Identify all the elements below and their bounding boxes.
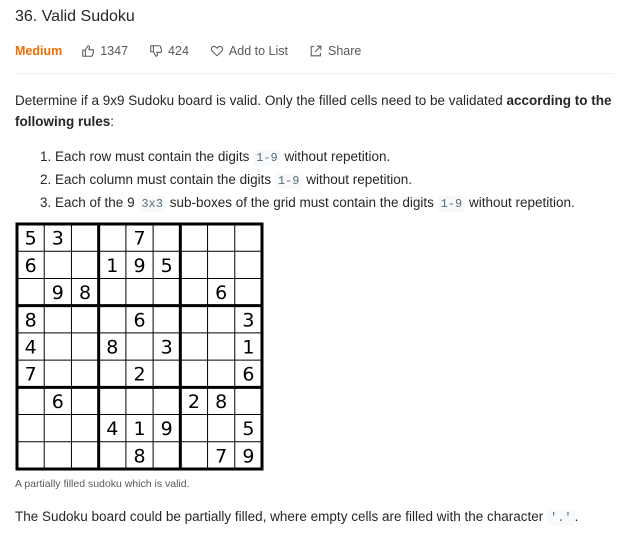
problem-meta-bar: Medium 1347 424 Add to List Share <box>15 42 382 60</box>
sudoku-cell-digit: 3 <box>242 309 254 331</box>
sudoku-cell-digit: 7 <box>25 364 37 386</box>
add-to-list-label: Add to List <box>228 44 288 58</box>
sudoku-cell-digit: 9 <box>242 445 254 467</box>
like-button[interactable]: 1347 <box>81 44 128 58</box>
rule-text: Each column must contain the digits <box>55 172 275 187</box>
add-to-list-button[interactable]: Add to List <box>210 44 288 58</box>
board-caption: A partially filled sudoku which is valid… <box>15 478 190 490</box>
sudoku-cell-digit: 5 <box>242 418 254 440</box>
sudoku-cell-digit: 5 <box>25 228 37 250</box>
sudoku-cell-digit: 3 <box>52 228 64 250</box>
sudoku-cell-digit: 7 <box>215 445 227 467</box>
footer-code: '.' <box>547 510 575 526</box>
sudoku-cell-digit: 4 <box>106 418 118 440</box>
rule-item: 2. Each column must contain the digits 1… <box>40 169 575 192</box>
sudoku-cell-digit: 1 <box>242 337 254 359</box>
rule-item: 3. Each of the 9 3x3 sub-boxes of the gr… <box>40 192 575 215</box>
rule-number: 3. <box>40 195 56 210</box>
thumbs-up-icon <box>82 45 95 57</box>
rule-text: without repetition. <box>302 172 413 187</box>
sudoku-cell-digit: 9 <box>161 418 173 440</box>
rule-text: without repetition. <box>280 149 391 164</box>
like-count: 1347 <box>100 44 129 58</box>
sudoku-cell-digit: 6 <box>25 255 37 277</box>
sudoku-cell-digit: 8 <box>215 391 227 413</box>
share-label: Share <box>327 44 362 58</box>
rule-code: 1-9 <box>437 196 466 212</box>
sudoku-cell-digit: 9 <box>52 282 64 304</box>
share-icon <box>310 45 322 57</box>
sudoku-cell-digit: 6 <box>215 282 227 304</box>
difficulty-badge: Medium <box>15 44 63 58</box>
dislike-button[interactable]: 424 <box>149 44 189 58</box>
rule-item: 1. Each row must contain the digits 1-9 … <box>40 146 575 169</box>
rule-code: 1-9 <box>274 173 303 189</box>
sudoku-cell-digit: 8 <box>79 282 91 304</box>
sudoku-cell-digit: 6 <box>133 309 145 331</box>
sudoku-cell-digit: 4 <box>25 337 37 359</box>
sudoku-board: 537619598686348317266284195879 <box>15 222 264 471</box>
sudoku-cell-digit: 6 <box>52 391 64 413</box>
problem-description: Determine if a 9x9 Sudoku board is valid… <box>15 90 613 132</box>
rule-code: 3x3 <box>138 196 166 212</box>
problem-title: 36. Valid Sudoku <box>15 8 135 25</box>
footer-end: . <box>574 509 579 524</box>
dislike-count: 424 <box>168 44 189 58</box>
thumbs-down-icon <box>150 45 163 57</box>
sudoku-cell-digit: 8 <box>106 337 118 359</box>
rule-text: without repetition. <box>465 195 575 210</box>
rule-number: 2. <box>40 172 56 187</box>
sudoku-cell-digit: 6 <box>242 364 254 386</box>
sudoku-cell-digit: 7 <box>133 228 145 250</box>
rule-code: 1-9 <box>253 150 281 166</box>
rule-number: 1. <box>40 149 56 164</box>
rule-text: Each of the 9 <box>55 195 139 210</box>
divider <box>15 73 614 74</box>
intro-end: : <box>110 114 115 129</box>
sudoku-cell-digit: 8 <box>25 309 37 331</box>
footer-plain: The Sudoku board could be partially fill… <box>15 509 548 524</box>
rule-text: Each row must contain the digits <box>55 149 254 164</box>
sudoku-cell-digit: 5 <box>161 255 173 277</box>
sudoku-cell-digit: 2 <box>188 391 200 413</box>
intro-text: Determine if a 9x9 Sudoku board is valid… <box>15 93 507 108</box>
sudoku-cell-digit: 9 <box>133 255 145 277</box>
sudoku-cell-digit: 3 <box>161 337 173 359</box>
sudoku-cell-digit: 1 <box>133 418 145 440</box>
rule-text: sub-boxes of the grid must contain the d… <box>165 195 438 210</box>
heart-icon <box>210 45 224 57</box>
rules-list: 1. Each row must contain the digits 1-9 … <box>40 146 575 215</box>
share-button[interactable]: Share <box>309 44 361 58</box>
sudoku-board-image: 5 3 76 1 9 59 8 68 6 34 8 3 17 2 66 2 84 1 9 58 7 9 <box>15 222 264 471</box>
sudoku-cell-digit: 2 <box>133 364 145 386</box>
footer-text: The Sudoku board could be partially fill… <box>15 509 579 526</box>
sudoku-cell-digit: 8 <box>133 445 145 467</box>
sudoku-cell-digit: 1 <box>106 255 118 277</box>
